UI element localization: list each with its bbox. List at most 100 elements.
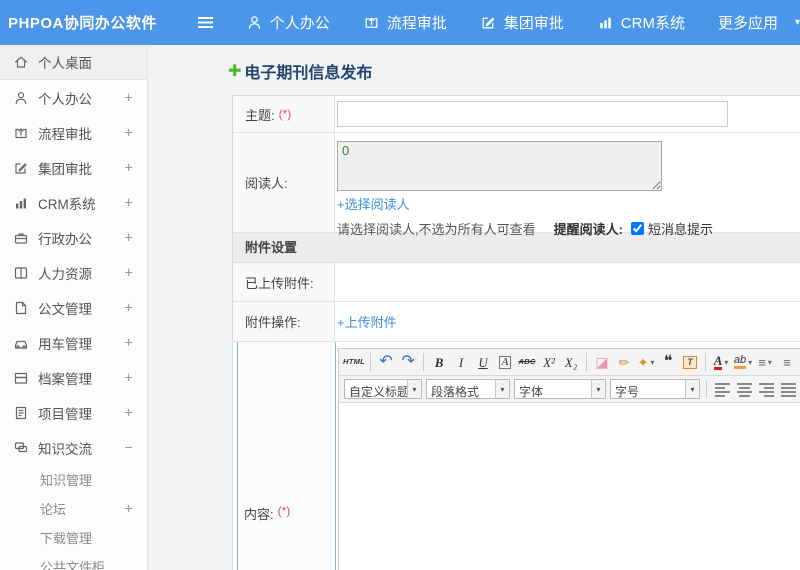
nav-personal-office[interactable]: 个人办公	[246, 12, 330, 33]
sidebar-item-workflow-approval[interactable]: 流程审批 +	[0, 115, 147, 150]
attachment-action-label: 附件操作:	[233, 302, 335, 341]
dropdown-caret-icon[interactable]: ▾	[724, 358, 728, 367]
sidebar-item-crm-system[interactable]: CRM系统 +	[0, 185, 147, 220]
app-logo: PHPOA协同办公软件	[8, 15, 157, 32]
paste-template-button[interactable]: T	[680, 351, 700, 373]
sms-checkbox[interactable]	[630, 222, 644, 235]
justify-button[interactable]	[778, 378, 798, 400]
subject-input[interactable]	[337, 101, 728, 127]
toolbar-separator	[423, 353, 425, 371]
content-label: 内容: (*)	[237, 342, 336, 570]
expand-toggle[interactable]: +	[124, 264, 133, 281]
toolbar-separator	[705, 353, 707, 371]
superscript-button[interactable]: X²	[539, 351, 559, 373]
paragraph-select[interactable]: 段落格式 ▾	[426, 379, 510, 399]
uploaded-attachments-value	[335, 263, 800, 301]
expand-toggle[interactable]: +	[124, 299, 133, 316]
doc-icon	[13, 300, 29, 316]
edit-icon	[480, 14, 497, 31]
expand-toggle[interactable]: +	[124, 334, 133, 351]
align-left-button[interactable]	[712, 378, 732, 400]
flow-icon	[13, 125, 29, 141]
subject-label: 主题: (*)	[233, 96, 335, 132]
sidebar-subitem-knowledge-management[interactable]: 知识管理	[0, 465, 147, 494]
expand-toggle[interactable]: +	[124, 124, 133, 141]
expand-toggle[interactable]: +	[124, 194, 133, 211]
align-right-button[interactable]	[756, 378, 776, 400]
chart-icon	[13, 195, 29, 211]
ordered-list-button[interactable]: ≡ ▾	[755, 351, 775, 373]
font-style-button[interactable]: A	[495, 351, 515, 373]
heading-select[interactable]: 自定义标题 ▾	[344, 379, 422, 399]
book-icon	[13, 265, 29, 281]
expand-toggle[interactable]: +	[124, 89, 133, 106]
font-color-button[interactable]: A ▾	[711, 351, 731, 373]
blockquote-button[interactable]: ❝	[658, 351, 678, 373]
dropdown-caret-icon[interactable]: ▾	[650, 358, 654, 367]
italic-button[interactable]: I	[451, 351, 471, 373]
editor-content-area[interactable]	[339, 403, 800, 570]
nav-workflow-approval[interactable]: 流程审批	[363, 12, 447, 33]
chart-icon	[597, 14, 614, 31]
sidebar-item-human-resources[interactable]: 人力资源 +	[0, 255, 147, 290]
dropdown-caret-icon[interactable]: ▾	[748, 358, 752, 367]
dropdown-caret-icon[interactable]: ▾	[495, 380, 509, 398]
main-content: ✚ 电子期刊信息发布 主题:(*) 阅读人: +选择阅读人 请选择阅读人,不选为…	[148, 45, 800, 570]
dropdown-caret-icon[interactable]: ▾	[768, 358, 772, 367]
format-brush-button[interactable]: ✏	[614, 351, 634, 373]
readers-label: 阅读人:	[233, 133, 335, 232]
sidebar-item-personal-desktop[interactable]: 个人桌面	[0, 45, 147, 80]
expand-toggle[interactable]: +	[124, 229, 133, 246]
readers-textarea[interactable]	[337, 141, 662, 191]
align-center-button[interactable]	[734, 378, 754, 400]
nav-more-apps[interactable]: 更多应用 ▾	[718, 12, 800, 33]
font-family-select[interactable]: 字体 ▾	[514, 379, 606, 399]
expand-toggle[interactable]: +	[124, 159, 133, 176]
underline-button[interactable]: U	[473, 351, 493, 373]
caret-down-icon[interactable]: ▾	[795, 17, 800, 28]
dropdown-caret-icon[interactable]: ▾	[591, 380, 605, 398]
undo-button[interactable]: ↶	[376, 351, 396, 373]
nav-crm-system[interactable]: CRM系统	[597, 12, 685, 33]
highlight-color-button[interactable]: ab ▾	[733, 351, 753, 373]
bold-button[interactable]: B	[429, 351, 449, 373]
expand-toggle[interactable]: +	[124, 369, 133, 386]
sidebar-item-project-management[interactable]: 项目管理 +	[0, 395, 147, 430]
sidebar-item-archive-management[interactable]: 档案管理 +	[0, 360, 147, 395]
car-icon	[13, 335, 29, 351]
subscript-button[interactable]: X₂	[561, 351, 581, 373]
sidebar-item-personal-office[interactable]: 个人办公 +	[0, 80, 147, 115]
expand-toggle[interactable]: −	[124, 439, 133, 456]
dropdown-caret-icon[interactable]: ▾	[407, 380, 421, 398]
top-header: PHPOA协同办公软件 个人办公 流程审批 集团审批 CRM系统 更多应用 ▾	[0, 0, 800, 45]
editor-toolbar-row2: 自定义标题 ▾ 段落格式 ▾ 字体 ▾ 字号 ▾	[339, 376, 800, 403]
unordered-list-button[interactable]: ≡	[777, 351, 797, 373]
sidebar-item-group-approval[interactable]: 集团审批 +	[0, 150, 147, 185]
upload-attachment-link[interactable]: +上传附件	[337, 312, 397, 331]
briefcase-icon	[13, 230, 29, 246]
html-source-button[interactable]: HTML	[343, 351, 365, 373]
magic-wand-button[interactable]: ✦ ▾	[636, 351, 656, 373]
select-readers-link[interactable]: +选择阅读人	[337, 194, 410, 213]
page-title-text: 电子期刊信息发布	[244, 65, 373, 82]
expand-toggle[interactable]: +	[124, 500, 133, 517]
sidebar-item-admin-office[interactable]: 行政办公 +	[0, 220, 147, 255]
user-icon	[13, 90, 29, 106]
sidebar-item-document-management[interactable]: 公文管理 +	[0, 290, 147, 325]
font-size-select[interactable]: 字号 ▾	[610, 379, 700, 399]
sidebar-item-vehicle-management[interactable]: 用车管理 +	[0, 325, 147, 360]
strikethrough-button[interactable]: ABC	[517, 351, 537, 373]
sidebar-subitem-public-file-cabinet[interactable]: 公共文件柜	[0, 552, 147, 570]
editor-toolbar-row1: HTML ↶ ↷ B I U A ABC X² X₂ ◪ ✏ ✦ ▾ ❝ T A…	[339, 349, 800, 376]
expand-toggle[interactable]: +	[124, 404, 133, 421]
hamburger-menu-icon[interactable]	[198, 17, 213, 28]
sidebar-subitem-forum[interactable]: 论坛 +	[0, 494, 147, 523]
project-icon	[13, 405, 29, 421]
dropdown-caret-icon[interactable]: ▾	[685, 380, 699, 398]
sidebar-item-knowledge-exchange[interactable]: 知识交流 −	[0, 430, 147, 465]
sidebar-subitem-download-management[interactable]: 下载管理	[0, 523, 147, 552]
nav-group-approval[interactable]: 集团审批	[480, 12, 564, 33]
remove-format-button[interactable]: ◪	[592, 351, 612, 373]
required-mark: (*)	[278, 107, 292, 121]
redo-button[interactable]: ↷	[398, 351, 418, 373]
